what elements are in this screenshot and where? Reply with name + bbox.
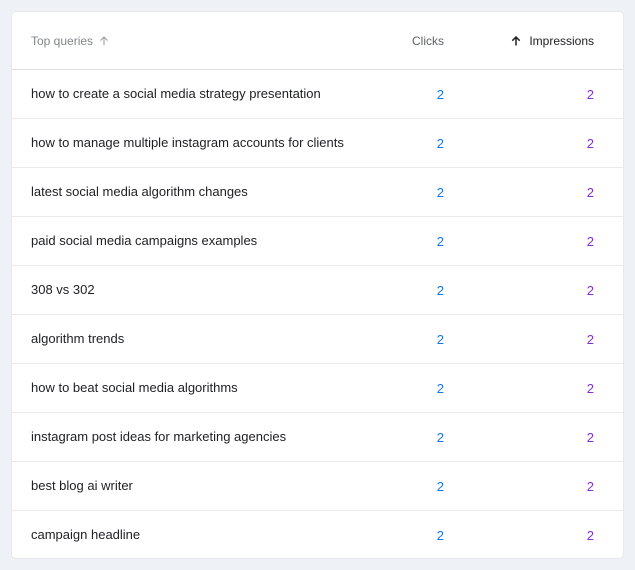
table-row[interactable]: how to beat social media algorithms 2 2	[12, 364, 623, 413]
query-cell: how to manage multiple instagram account…	[31, 135, 344, 150]
impressions-cell: 2	[586, 233, 594, 249]
column-header-queries[interactable]: Top queries	[12, 34, 354, 48]
table-row[interactable]: algorithm trends 2 2	[12, 315, 623, 364]
table-header: Top queries Clicks Impressions	[12, 12, 623, 70]
table-row[interactable]: instagram post ideas for marketing agenc…	[12, 413, 623, 462]
clicks-cell: 2	[436, 86, 444, 102]
table-row[interactable]: campaign headline 2 2	[12, 511, 623, 558]
clicks-cell: 2	[436, 429, 444, 445]
table-row[interactable]: paid social media campaigns examples 2 2	[12, 217, 623, 266]
clicks-cell: 2	[436, 380, 444, 396]
column-header-impressions[interactable]: Impressions	[444, 34, 623, 48]
table-row[interactable]: best blog ai writer 2 2	[12, 462, 623, 511]
impressions-cell: 2	[586, 331, 594, 347]
table-body: how to create a social media strategy pr…	[12, 70, 623, 558]
clicks-cell: 2	[436, 282, 444, 298]
impressions-cell: 2	[586, 184, 594, 200]
impressions-cell: 2	[586, 86, 594, 102]
table-row[interactable]: how to manage multiple instagram account…	[12, 119, 623, 168]
column-header-queries-label: Top queries	[31, 33, 94, 48]
clicks-cell: 2	[436, 478, 444, 494]
column-header-clicks[interactable]: Clicks	[354, 34, 444, 48]
impressions-cell: 2	[586, 429, 594, 445]
arrow-up-icon	[512, 35, 521, 45]
query-cell: 308 vs 302	[31, 282, 95, 297]
clicks-cell: 2	[436, 233, 444, 249]
table-row[interactable]: how to create a social media strategy pr…	[12, 70, 623, 119]
query-cell: best blog ai writer	[31, 478, 133, 493]
query-cell: algorithm trends	[31, 331, 125, 346]
query-cell: campaign headline	[31, 527, 141, 542]
arrow-up-icon	[100, 35, 108, 45]
query-cell: how to create a social media strategy pr…	[31, 86, 321, 101]
column-header-impressions-label: Impressions	[529, 33, 594, 48]
impressions-cell: 2	[586, 380, 594, 396]
column-header-clicks-label: Clicks	[412, 33, 444, 48]
clicks-cell: 2	[436, 135, 444, 151]
table-row[interactable]: latest social media algorithm changes 2 …	[12, 168, 623, 217]
query-cell: paid social media campaigns examples	[31, 233, 258, 248]
top-queries-table: Top queries Clicks Impressions how to cr…	[12, 12, 623, 558]
clicks-cell: 2	[436, 184, 444, 200]
impressions-cell: 2	[586, 282, 594, 298]
impressions-cell: 2	[586, 135, 594, 151]
query-cell: latest social media algorithm changes	[31, 184, 248, 199]
table-row[interactable]: 308 vs 302 2 2	[12, 266, 623, 315]
query-cell: how to beat social media algorithms	[31, 380, 238, 395]
clicks-cell: 2	[436, 331, 444, 347]
impressions-cell: 2	[586, 478, 594, 494]
query-cell: instagram post ideas for marketing agenc…	[31, 429, 287, 444]
impressions-cell: 2	[586, 527, 594, 543]
clicks-cell: 2	[436, 527, 444, 543]
